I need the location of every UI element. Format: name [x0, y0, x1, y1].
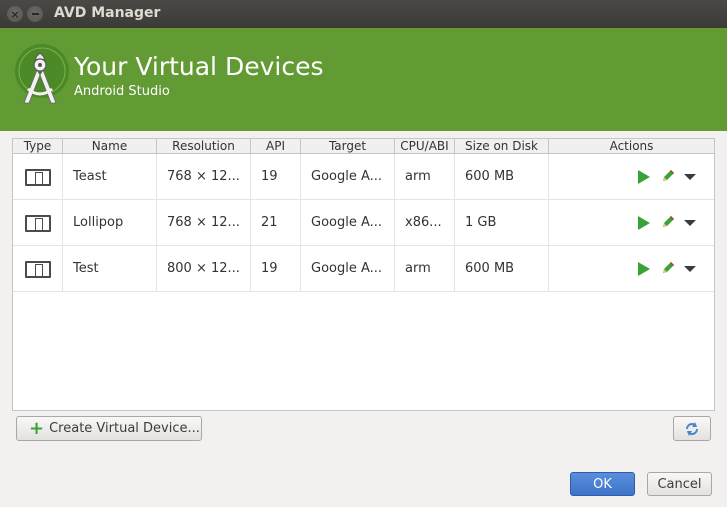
column-header-resolution[interactable]: Resolution [157, 139, 251, 154]
cancel-button[interactable]: Cancel [647, 472, 712, 496]
api-cell: 21 [251, 200, 301, 246]
close-window-button[interactable]: × [7, 6, 23, 22]
actions-cell [549, 246, 714, 292]
plus-icon: + [29, 417, 45, 439]
column-header-api[interactable]: API [251, 139, 301, 154]
target-cell: Google A... [301, 246, 395, 292]
android-studio-logo-icon [15, 44, 69, 104]
table-header: Type Name Resolution API Target CPU/ABI … [13, 139, 714, 154]
title-bar: × AVD Manager [0, 0, 727, 28]
size-cell: 1 GB [455, 200, 549, 246]
table-row[interactable]: Test 800 × 12... 19 Google A... arm 600 … [13, 246, 714, 292]
chevron-down-icon[interactable] [684, 220, 696, 226]
actions-cell [549, 154, 714, 200]
chevron-down-icon[interactable] [684, 266, 696, 272]
name-cell: Lollipop [63, 200, 157, 246]
play-icon[interactable] [638, 262, 650, 276]
create-button-label: Create Virtual Device... [49, 421, 200, 436]
minimize-window-button[interactable] [27, 6, 43, 22]
size-cell: 600 MB [455, 246, 549, 292]
cpu-cell: arm [395, 154, 455, 200]
resolution-cell: 800 × 12... [157, 246, 251, 292]
devices-table: Type Name Resolution API Target CPU/ABI … [12, 138, 715, 411]
column-header-name[interactable]: Name [63, 139, 157, 154]
pencil-icon[interactable] [660, 214, 676, 230]
play-icon[interactable] [638, 170, 650, 184]
type-cell [13, 154, 63, 200]
name-cell: Test [63, 246, 157, 292]
window-title: AVD Manager [54, 5, 161, 21]
name-cell: Teast [63, 154, 157, 200]
refresh-icon [686, 421, 698, 436]
banner-title: Your Virtual Devices [74, 52, 324, 81]
phone-icon [24, 214, 51, 232]
table-row[interactable]: Lollipop 768 × 12... 21 Google A... x86.… [13, 200, 714, 246]
api-cell: 19 [251, 246, 301, 292]
pencil-icon[interactable] [660, 168, 676, 184]
column-header-type[interactable]: Type [13, 139, 63, 154]
header-banner: Your Virtual Devices Android Studio [0, 28, 727, 131]
cpu-cell: arm [395, 246, 455, 292]
column-header-size[interactable]: Size on Disk [455, 139, 549, 154]
size-cell: 600 MB [455, 154, 549, 200]
banner-subtitle: Android Studio [74, 84, 170, 99]
column-header-target[interactable]: Target [301, 139, 395, 154]
play-icon[interactable] [638, 216, 650, 230]
refresh-button[interactable] [673, 416, 711, 441]
column-header-actions[interactable]: Actions [549, 139, 714, 154]
target-cell: Google A... [301, 200, 395, 246]
column-header-cpu[interactable]: CPU/ABI [395, 139, 455, 154]
table-row[interactable]: Teast 768 × 12... 19 Google A... arm 600… [13, 154, 714, 200]
type-cell [13, 200, 63, 246]
ok-button[interactable]: OK [570, 472, 635, 496]
phone-icon [24, 168, 51, 186]
chevron-down-icon[interactable] [684, 174, 696, 180]
pencil-icon[interactable] [660, 260, 676, 276]
phone-icon [24, 260, 51, 278]
create-virtual-device-button[interactable]: + Create Virtual Device... [16, 416, 202, 441]
resolution-cell: 768 × 12... [157, 154, 251, 200]
api-cell: 19 [251, 154, 301, 200]
actions-cell [549, 200, 714, 246]
cpu-cell: x86... [395, 200, 455, 246]
target-cell: Google A... [301, 154, 395, 200]
type-cell [13, 246, 63, 292]
resolution-cell: 768 × 12... [157, 200, 251, 246]
